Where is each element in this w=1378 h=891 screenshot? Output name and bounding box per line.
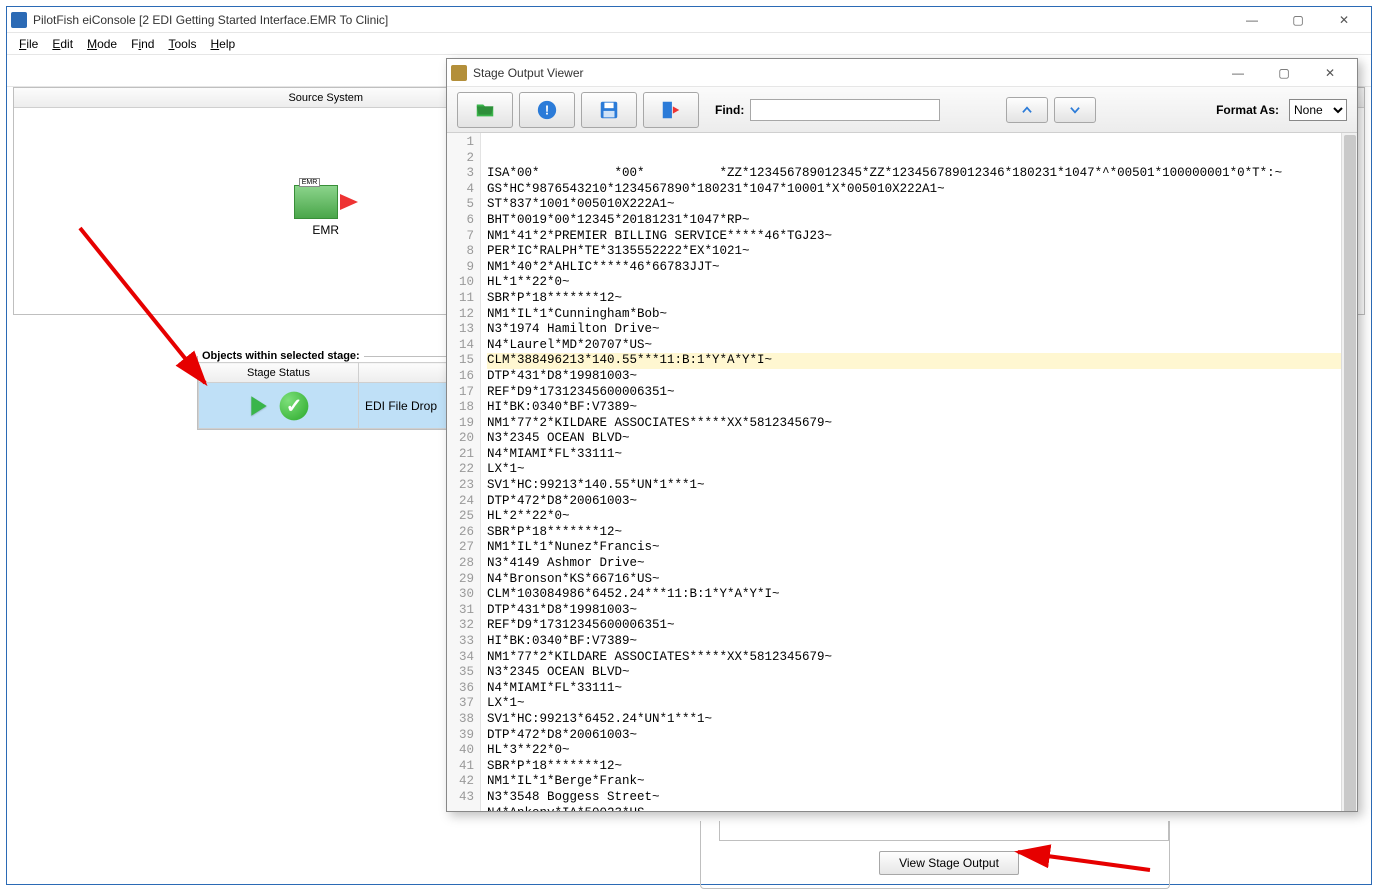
code-line[interactable]: PER*IC*RALPH*TE*3135552222*EX*1021~: [487, 244, 1357, 260]
code-line[interactable]: SBR*P*18*******12~: [487, 759, 1357, 775]
code-line[interactable]: N4*Ankeny*IA*50023*US~: [487, 806, 1357, 811]
menu-edit[interactable]: Edit: [46, 35, 79, 53]
menu-mode[interactable]: Mode: [81, 35, 123, 53]
code-line[interactable]: NM1*IL*1*Cunningham*Bob~: [487, 307, 1357, 323]
find-next-button[interactable]: [1054, 97, 1096, 123]
code-line[interactable]: DTP*431*D8*19981003~: [487, 603, 1357, 619]
code-line[interactable]: SV1*HC:99213*6452.24*UN*1***1~: [487, 712, 1357, 728]
format-select[interactable]: None: [1289, 99, 1347, 121]
close-button[interactable]: ✕: [1321, 7, 1367, 33]
arrow-right-icon: [340, 194, 358, 210]
code-line[interactable]: N4*MIAMI*FL*33111~: [487, 447, 1357, 463]
code-line[interactable]: SBR*P*18*******12~: [487, 291, 1357, 307]
info-icon: !: [536, 99, 558, 121]
main-title: PilotFish eiConsole [2 EDI Getting Start…: [33, 13, 1229, 27]
code-line[interactable]: SV1*HC:99213*140.55*UN*1***1~: [487, 478, 1357, 494]
code-line[interactable]: ST*837*1001*005010X222A1~: [487, 197, 1357, 213]
code-line[interactable]: CLM*388496213*140.55***11:B:1*Y*A*Y*I~: [487, 353, 1357, 369]
app-icon: [11, 12, 27, 28]
col-stage-status[interactable]: Stage Status: [199, 363, 359, 383]
menu-file[interactable]: File: [13, 35, 44, 53]
code-area[interactable]: ISA*00* *00* *ZZ*123456789012345*ZZ*1234…: [481, 133, 1357, 811]
code-line[interactable]: DTP*431*D8*19981003~: [487, 369, 1357, 385]
info-button[interactable]: !: [519, 92, 575, 128]
code-line[interactable]: REF*D9*17312345600006351~: [487, 385, 1357, 401]
open-button[interactable]: [457, 92, 513, 128]
code-line[interactable]: N3*1974 Hamilton Drive~: [487, 322, 1357, 338]
code-line[interactable]: NM1*IL*1*Berge*Frank~: [487, 774, 1357, 790]
save-button[interactable]: [581, 92, 637, 128]
format-label: Format As:: [1216, 103, 1279, 117]
code-line[interactable]: HI*BK:0340*BF:V7389~: [487, 634, 1357, 650]
code-line[interactable]: ISA*00* *00* *ZZ*123456789012345*ZZ*1234…: [487, 166, 1357, 182]
minimize-button[interactable]: —: [1229, 7, 1275, 33]
code-line[interactable]: DTP*472*D8*20061003~: [487, 494, 1357, 510]
line-gutter: 1234567891011121314151617181920212223242…: [447, 133, 481, 811]
find-input[interactable]: [750, 99, 940, 121]
viewer-minimize-button[interactable]: —: [1215, 60, 1261, 86]
code-line[interactable]: HL*1**22*0~: [487, 275, 1357, 291]
code-line[interactable]: N3*2345 OCEAN BLVD~: [487, 431, 1357, 447]
viewer-maximize-button[interactable]: ▢: [1261, 60, 1307, 86]
exit-button[interactable]: [643, 92, 699, 128]
main-titlebar[interactable]: PilotFish eiConsole [2 EDI Getting Start…: [7, 7, 1371, 33]
chevron-down-icon: [1068, 103, 1082, 117]
play-icon: [251, 396, 266, 416]
check-icon: ✓: [279, 391, 308, 420]
code-line[interactable]: NM1*IL*1*Nunez*Francis~: [487, 540, 1357, 556]
source-label: EMR: [312, 223, 339, 237]
code-line[interactable]: GS*HC*9876543210*1234567890*180231*1047*…: [487, 182, 1357, 198]
code-line[interactable]: LX*1~: [487, 462, 1357, 478]
code-line[interactable]: NM1*77*2*KILDARE ASSOCIATES*****XX*58123…: [487, 650, 1357, 666]
viewer-close-button[interactable]: ✕: [1307, 60, 1353, 86]
maximize-button[interactable]: ▢: [1275, 7, 1321, 33]
code-line[interactable]: N4*Bronson*KS*66716*US~: [487, 572, 1357, 588]
output-editor[interactable]: 1234567891011121314151617181920212223242…: [447, 133, 1357, 811]
vertical-scrollbar[interactable]: [1341, 133, 1357, 811]
code-line[interactable]: DTP*472*D8*20061003~: [487, 728, 1357, 744]
find-prev-button[interactable]: [1006, 97, 1048, 123]
viewer-toolbar: ! Find: Format As: None: [447, 87, 1357, 133]
code-line[interactable]: N4*MIAMI*FL*33111~: [487, 681, 1357, 697]
viewer-titlebar[interactable]: Stage Output Viewer — ▢ ✕: [447, 59, 1357, 87]
viewer-icon: [451, 65, 467, 81]
chevron-up-icon: [1020, 103, 1034, 117]
code-line[interactable]: BHT*0019*00*12345*20181231*1047*RP~: [487, 213, 1357, 229]
save-icon: [598, 99, 620, 121]
code-line[interactable]: SBR*P*18*******12~: [487, 525, 1357, 541]
stage-output-viewer-window: Stage Output Viewer — ▢ ✕ ! Find: Format…: [446, 58, 1358, 812]
bottom-inner-border: [719, 821, 1169, 841]
exit-icon: [660, 99, 682, 121]
code-line[interactable]: NM1*77*2*KILDARE ASSOCIATES*****XX*58123…: [487, 416, 1357, 432]
code-line[interactable]: N3*4149 Ashmor Drive~: [487, 556, 1357, 572]
objects-legend: Objects within selected stage:: [198, 350, 364, 362]
viewer-title: Stage Output Viewer: [473, 66, 1215, 80]
code-line[interactable]: CLM*103084986*6452.24***11:B:1*Y*A*Y*I~: [487, 587, 1357, 603]
code-line[interactable]: N3*3548 Boggess Street~: [487, 790, 1357, 806]
code-line[interactable]: HI*BK:0340*BF:V7389~: [487, 400, 1357, 416]
emr-icon: [294, 185, 338, 219]
view-stage-output-button[interactable]: View Stage Output: [879, 851, 1019, 875]
code-line[interactable]: LX*1~: [487, 696, 1357, 712]
menu-help[interactable]: Help: [204, 35, 241, 53]
scrollbar-thumb[interactable]: [1344, 135, 1356, 811]
menu-find[interactable]: Find: [125, 35, 160, 53]
code-line[interactable]: NM1*41*2*PREMIER BILLING SERVICE*****46*…: [487, 229, 1357, 245]
code-line[interactable]: HL*2**22*0~: [487, 509, 1357, 525]
folder-open-icon: [474, 99, 496, 121]
menu-tools[interactable]: Tools: [162, 35, 202, 53]
find-label: Find:: [715, 103, 744, 117]
code-line[interactable]: REF*D9*17312345600006351~: [487, 618, 1357, 634]
code-line[interactable]: N4*Laurel*MD*20707*US~: [487, 338, 1357, 354]
menubar: File Edit Mode Find Tools Help: [7, 33, 1371, 55]
code-line[interactable]: N3*2345 OCEAN BLVD~: [487, 665, 1357, 681]
code-line[interactable]: NM1*40*2*AHLIC*****46*66783JJT~: [487, 260, 1357, 276]
svg-text:!: !: [545, 102, 549, 117]
code-line[interactable]: HL*3**22*0~: [487, 743, 1357, 759]
